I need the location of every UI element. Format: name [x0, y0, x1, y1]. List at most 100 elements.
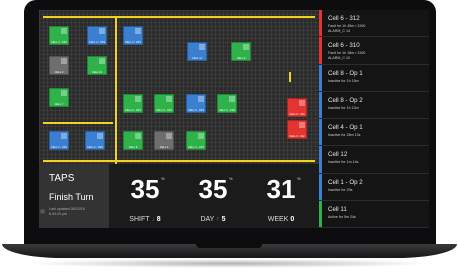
- status-bar-indicator: [319, 10, 322, 37]
- sidebar-item-detail: Fault for 1h 45m • 3190: [328, 24, 366, 28]
- metric-day-label-row: DAY ↑ 5: [179, 216, 247, 223]
- floor-cell[interactable]: CELL 11: [187, 42, 207, 61]
- sidebar-item-title: Cell 4 - Op 1: [328, 124, 363, 131]
- floor-cell[interactable]: CELL 6 - OP2: [154, 94, 174, 113]
- cell-machine-icon: [229, 96, 235, 102]
- status-bar-indicator: [319, 64, 322, 91]
- metric-day-delta: 5: [221, 216, 226, 223]
- metric-shift-label-row: SHIFT ↓ 8: [111, 216, 179, 223]
- cell-machine-icon: [61, 90, 67, 96]
- cell-machine-icon: [299, 122, 305, 128]
- cell-label: CELL 11: [192, 57, 202, 60]
- sidebar-item[interactable]: Cell 11 Active for 5m 24s: [319, 200, 429, 228]
- floor-cell[interactable]: CELL 10: [87, 56, 107, 75]
- cell-machine-icon: [299, 100, 305, 106]
- taps-title: TAPS: [49, 173, 75, 184]
- sidebar-item-detail: Active for 5m 24s: [328, 214, 356, 219]
- status-bar-indicator: [319, 37, 322, 64]
- sidebar-item[interactable]: Cell 12 Inactive for 1m 14s: [319, 146, 429, 174]
- floor-cell[interactable]: CELL 4 - OP2: [87, 26, 107, 45]
- metric-shift-label: SHIFT: [129, 216, 150, 223]
- floor-cell[interactable]: CELL 2 - OP2: [85, 131, 105, 150]
- floor-cell[interactable]: CELL 4: [154, 131, 174, 150]
- status-dot-icon: [40, 209, 45, 214]
- floor-cell[interactable]: CELL 9: [231, 42, 251, 61]
- sidebar-item[interactable]: Cell 1 - Op 2 Inactive for 29s: [319, 173, 429, 201]
- floor-cell[interactable]: CELL 4 - OP1: [49, 26, 69, 45]
- cell-label: CELL 7: [54, 103, 64, 106]
- status-bar-indicator: [319, 200, 322, 227]
- metric-week-pct: %: [297, 176, 301, 181]
- taps-updated-time: 6:44:20 pm: [49, 212, 67, 216]
- floor-cell[interactable]: CELL 3: [49, 56, 69, 75]
- sidebar-item[interactable]: Cell 6 - 312 Fault for 1h 45m • 3190 ALARM…: [319, 10, 429, 38]
- sidebar-item[interactable]: Cell 8 - Op 2 Inactive for 1h 13m: [319, 91, 429, 119]
- cell-machine-icon: [166, 133, 172, 139]
- floor-cell[interactable]: CELL 4 - OP1: [123, 26, 143, 45]
- sidebar-item-detail: Inactive for 1h 15m: [328, 78, 359, 83]
- cell-machine-icon: [198, 133, 204, 139]
- cell-label: CELL 5 - OP1: [187, 109, 205, 112]
- metric-day: 35 % DAY ↑ 5: [179, 164, 247, 228]
- cell-machine-icon: [61, 28, 67, 34]
- status-bar-indicator: [319, 173, 322, 200]
- floor-cell[interactable]: CELL 8: [123, 131, 143, 150]
- cell-label: CELL 4: [159, 146, 169, 149]
- metric-shift: 35 % SHIFT ↓ 8: [111, 164, 179, 228]
- sidebar-item-detail: Fault for 1h 18m • 3190: [328, 51, 366, 56]
- floor-cell[interactable]: CELL 6 - 312: [287, 120, 307, 139]
- sidebar-item-detail: Inactive for 1m 14s: [328, 160, 359, 165]
- cell-label: CELL 3 - OP1: [187, 146, 205, 149]
- taps-panel: TAPS Finish Turn Last updated 06/22/18 6…: [39, 164, 109, 228]
- floor-cell[interactable]: CELL 6 - OP1: [123, 94, 143, 113]
- sidebar-item-detail: ALARM_C 14: [328, 28, 350, 33]
- floor-map: CELL 4 - OP1 CELL 4 - OP2 CELL 3 CELL 10 CEL…: [39, 10, 319, 164]
- cell-label: CELL 6 - 312: [289, 135, 305, 138]
- wall-right-stub: [289, 72, 291, 82]
- sidebar-item[interactable]: Cell 4 - Op 1 Inactive for 28m 13s: [319, 119, 429, 147]
- cell-label: CELL 8: [128, 146, 138, 149]
- wall-divider: [115, 16, 117, 164]
- cell-machine-icon: [99, 58, 105, 64]
- sidebar-item-title: Cell 1 - Op 2: [328, 178, 363, 186]
- taps-last-updated: Last updated 06/22/18 6:44:20 pm: [49, 207, 85, 217]
- sidebar-item[interactable]: Cell 6 - 310 Fault for 1h 18m • 3190 ALARM…: [319, 37, 429, 65]
- wall-mid-left: [43, 122, 113, 124]
- cell-label: CELL 3: [54, 71, 64, 74]
- cell-label: CELL 5 - OP2: [218, 109, 236, 112]
- cell-machine-icon: [166, 96, 172, 102]
- wall-top: [43, 16, 315, 18]
- sidebar-item-detail: ALARM_C 10: [328, 55, 350, 60]
- metric-shift-pct: %: [161, 176, 165, 181]
- wall-bottom: [43, 160, 315, 162]
- metric-day-value: 35: [198, 174, 228, 204]
- sidebar-item-title: Cell 11: [328, 205, 347, 213]
- sidebar-item-title: Cell 6 - 310: [328, 42, 360, 50]
- metric-day-pct: %: [229, 176, 233, 181]
- cell-label: CELL 4 - OP1: [50, 41, 68, 44]
- sidebar-item[interactable]: Cell 8 - Op 1 Inactive for 1h 15m: [319, 64, 429, 92]
- cell-machine-icon: [61, 58, 67, 64]
- cell-label: CELL 6 - OP2: [155, 109, 173, 112]
- cell-machine-icon: [97, 133, 103, 139]
- metric-week-delta: 0: [290, 216, 295, 223]
- sidebar-item-title: Cell 6 - 312: [328, 15, 360, 22]
- cell-machine-icon: [61, 133, 67, 139]
- status-bar-indicator: [319, 146, 322, 173]
- laptop-base: [0, 244, 459, 274]
- taps-subtitle: Finish Turn: [49, 192, 94, 202]
- metric-week-value: 31: [266, 174, 296, 204]
- dashboard-screen: CELL 4 - OP1 CELL 4 - OP2 CELL 3 CELL 10 CEL…: [39, 10, 429, 228]
- sidebar-item-detail: Inactive for 29s: [328, 187, 353, 192]
- status-bar-indicator: [319, 119, 322, 146]
- floor-cell[interactable]: CELL 2 - OP1: [49, 131, 69, 150]
- stats-bar: TAPS Finish Turn Last updated 06/22/18 6…: [39, 164, 319, 228]
- status-bar-indicator: [319, 91, 322, 118]
- floor-cell[interactable]: CELL 7: [49, 88, 69, 107]
- floor-cell[interactable]: CELL 5 - OP2: [217, 94, 237, 113]
- arrow-up-icon: ↑: [216, 216, 220, 223]
- floor-cell[interactable]: CELL 3 - OP1: [186, 131, 206, 150]
- cell-label: CELL 6 - OP1: [124, 109, 142, 112]
- floor-cell[interactable]: CELL 6 - 310: [287, 98, 307, 117]
- floor-cell[interactable]: CELL 5 - OP1: [186, 94, 206, 113]
